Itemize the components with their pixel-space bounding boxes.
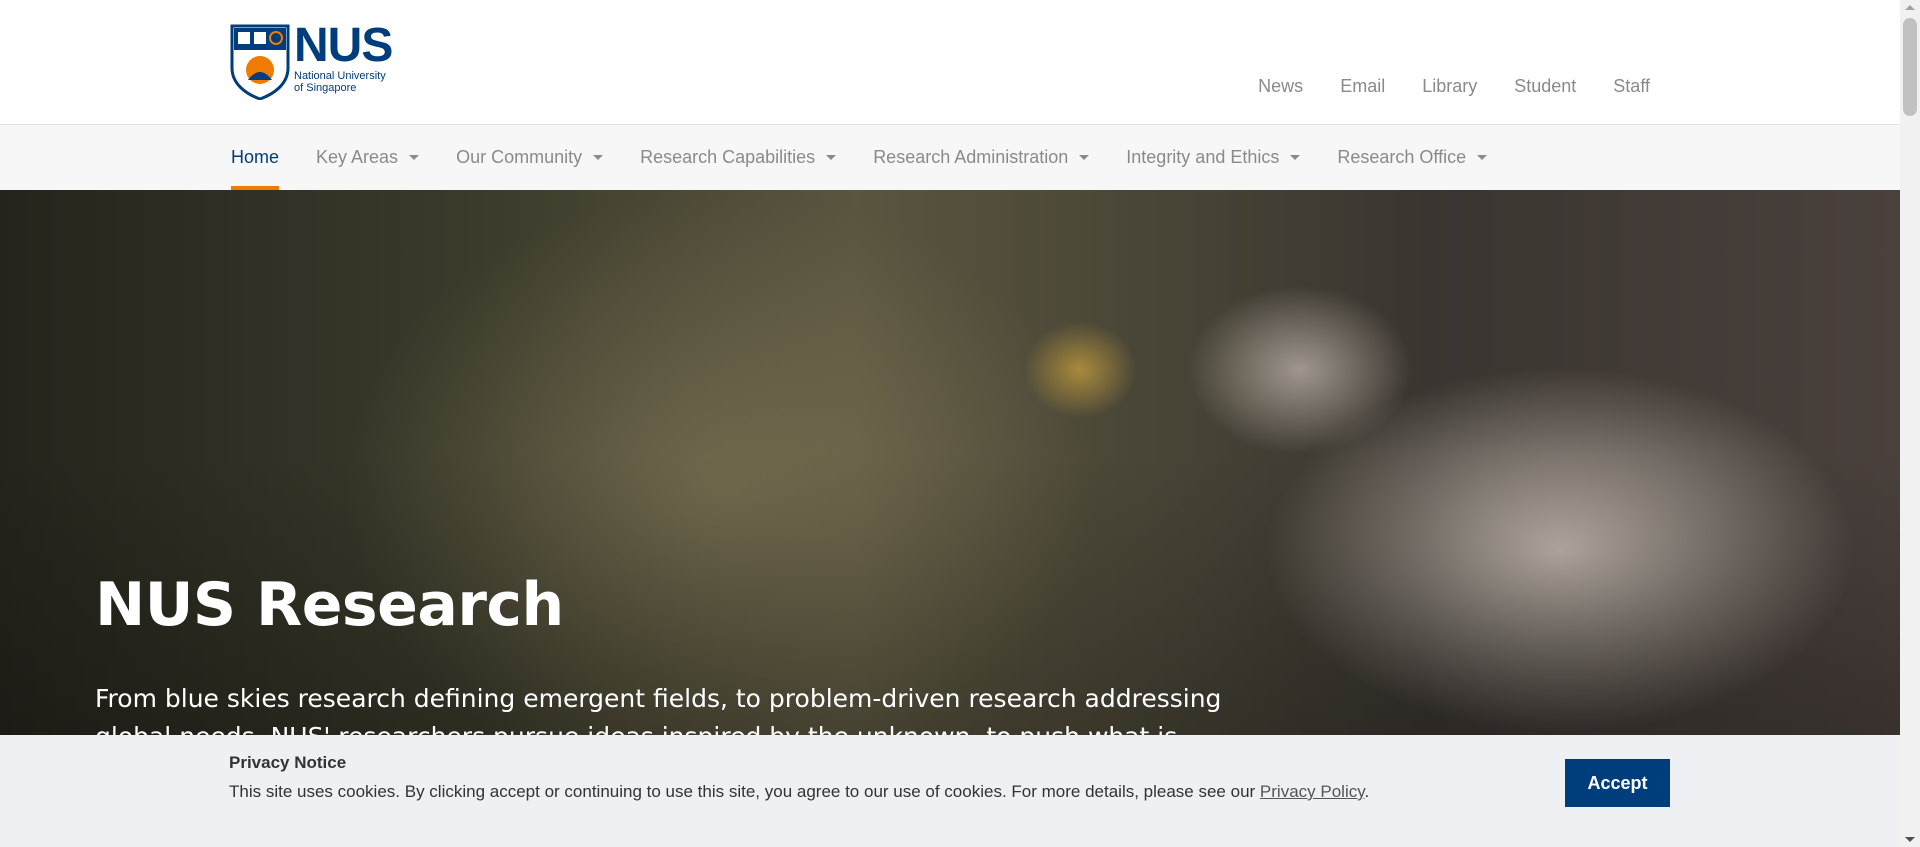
nav-item-label: Key Areas: [316, 147, 399, 167]
chevron-down-icon: [1290, 155, 1301, 160]
nav-item-research-administration[interactable]: Research Administration: [873, 125, 1090, 190]
nav-item-label: Research Office: [1337, 147, 1467, 167]
nav-item-label: Research Administration: [873, 147, 1069, 167]
util-link-library[interactable]: Library: [1422, 76, 1477, 97]
nus-crest-icon: [230, 24, 290, 100]
scroll-thumb[interactable]: [1903, 18, 1917, 116]
chevron-down-icon: [593, 155, 604, 160]
chevron-down-icon: [1079, 155, 1090, 160]
privacy-notice-banner: Privacy Notice This site uses cookies. B…: [0, 735, 1900, 847]
nav-item-label: Integrity and Ethics: [1126, 147, 1280, 167]
util-link-email[interactable]: Email: [1340, 76, 1385, 97]
nav-item-research-capabilities[interactable]: Research Capabilities: [640, 125, 837, 190]
privacy-notice-end: .: [1364, 782, 1370, 801]
scroll-up-icon[interactable]: [1905, 5, 1915, 10]
nav-item-key-areas[interactable]: Key Areas: [316, 125, 420, 190]
nav-item-research-office[interactable]: Research Office: [1337, 125, 1488, 190]
nus-logo[interactable]: NUS National University of Singapore: [230, 19, 393, 100]
util-link-news[interactable]: News: [1258, 76, 1303, 97]
nav-item-integrity-and-ethics[interactable]: Integrity and Ethics: [1126, 125, 1301, 190]
chevron-down-icon: [1477, 155, 1488, 160]
main-nav: Home Key Areas Our Community Research Ca…: [0, 125, 1900, 190]
privacy-notice-body: This site uses cookies. By clicking acce…: [229, 782, 1260, 801]
logo-subtitle-line2: of Singapore: [294, 82, 357, 94]
logo-wordmark: NUS: [294, 19, 393, 72]
page-scrollbar[interactable]: [1900, 0, 1920, 847]
accept-button[interactable]: Accept: [1565, 759, 1670, 807]
nav-item-home[interactable]: Home: [231, 125, 280, 190]
scroll-down-icon[interactable]: [1905, 837, 1915, 842]
chevron-down-icon: [826, 155, 837, 160]
utility-nav: News Email Library Student Staff: [1221, 76, 1650, 97]
privacy-notice-title: Privacy Notice: [229, 753, 347, 772]
site-header: NUS National University of Singapore New…: [0, 0, 1900, 125]
privacy-notice-text: This site uses cookies. By clicking acce…: [229, 782, 1369, 802]
nav-item-our-community[interactable]: Our Community: [456, 125, 604, 190]
util-link-staff[interactable]: Staff: [1613, 76, 1650, 97]
nav-item-label: Our Community: [456, 147, 583, 167]
privacy-policy-link[interactable]: Privacy Policy: [1260, 782, 1365, 801]
util-link-student[interactable]: Student: [1514, 76, 1576, 97]
chevron-down-icon: [409, 155, 420, 160]
logo-subtitle-line1: National University: [294, 70, 386, 82]
hero-title: NUS Research: [95, 570, 564, 640]
nav-item-label: Home: [231, 147, 280, 167]
nav-item-label: Research Capabilities: [640, 147, 816, 167]
